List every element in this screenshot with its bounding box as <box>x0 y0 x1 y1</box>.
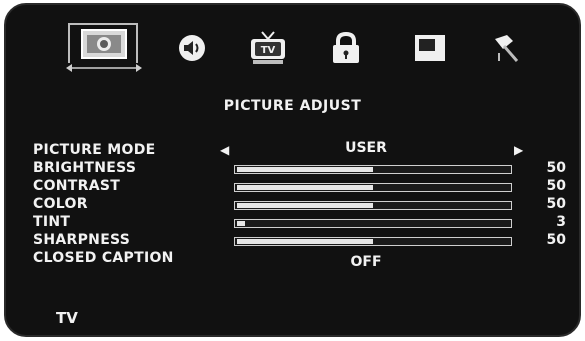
tab-picture[interactable] <box>56 19 152 73</box>
color-label: COLOR <box>33 196 88 212</box>
sharpness-label: SHARPNESS <box>33 232 131 248</box>
picture-mode-value[interactable]: USER <box>306 141 426 156</box>
contrast-fill <box>237 185 373 190</box>
brightness-slider[interactable] <box>234 165 512 174</box>
sharpness-slider[interactable] <box>234 237 512 246</box>
window-icon <box>415 35 445 61</box>
picture-mode-label: PICTURE MODE <box>33 142 156 158</box>
tint-fill <box>237 221 246 226</box>
menu-title: PICTURE ADJUST <box>223 98 362 114</box>
color-value: 50 <box>546 196 566 212</box>
tab-setup[interactable] <box>410 25 450 71</box>
picture-icon <box>81 29 127 59</box>
tv-icon: TV <box>251 31 285 64</box>
tab-settings[interactable] <box>486 25 526 71</box>
closed-caption-label: CLOSED CAPTION <box>33 250 174 266</box>
tint-slider[interactable] <box>234 219 512 228</box>
speaker-icon <box>179 35 205 61</box>
tools-icon <box>495 35 519 62</box>
contrast-value: 50 <box>546 178 566 194</box>
brightness-fill <box>237 167 373 172</box>
tab-audio[interactable] <box>172 25 212 71</box>
brightness-value: 50 <box>546 160 566 176</box>
color-fill <box>237 203 373 208</box>
picture-mode-right-arrow-icon[interactable]: ▶ <box>514 143 523 158</box>
tab-nav-arrows-icon <box>66 64 142 72</box>
lock-icon <box>333 31 359 63</box>
tab-tv[interactable]: TV <box>246 25 290 71</box>
menu-icon-bar: TV <box>6 5 579 83</box>
color-slider[interactable] <box>234 201 512 210</box>
tab-lock[interactable] <box>326 25 366 71</box>
brightness-label: BRIGHTNESS <box>33 160 137 176</box>
tint-value: 3 <box>556 214 566 230</box>
closed-caption-value[interactable]: OFF <box>326 255 406 270</box>
sharpness-value: 50 <box>546 232 566 248</box>
contrast-slider[interactable] <box>234 183 512 192</box>
tv-menu-screen: TV PICTURE ADJUST PICTURE MODE ◀ USER ▶ … <box>4 3 581 337</box>
picture-mode-left-arrow-icon[interactable]: ◀ <box>220 143 229 158</box>
tint-label: TINT <box>33 214 71 230</box>
sharpness-fill <box>237 239 373 244</box>
tv-icon-label: TV <box>261 45 276 56</box>
contrast-label: CONTRAST <box>33 178 121 194</box>
input-source-label: TV <box>56 309 78 327</box>
